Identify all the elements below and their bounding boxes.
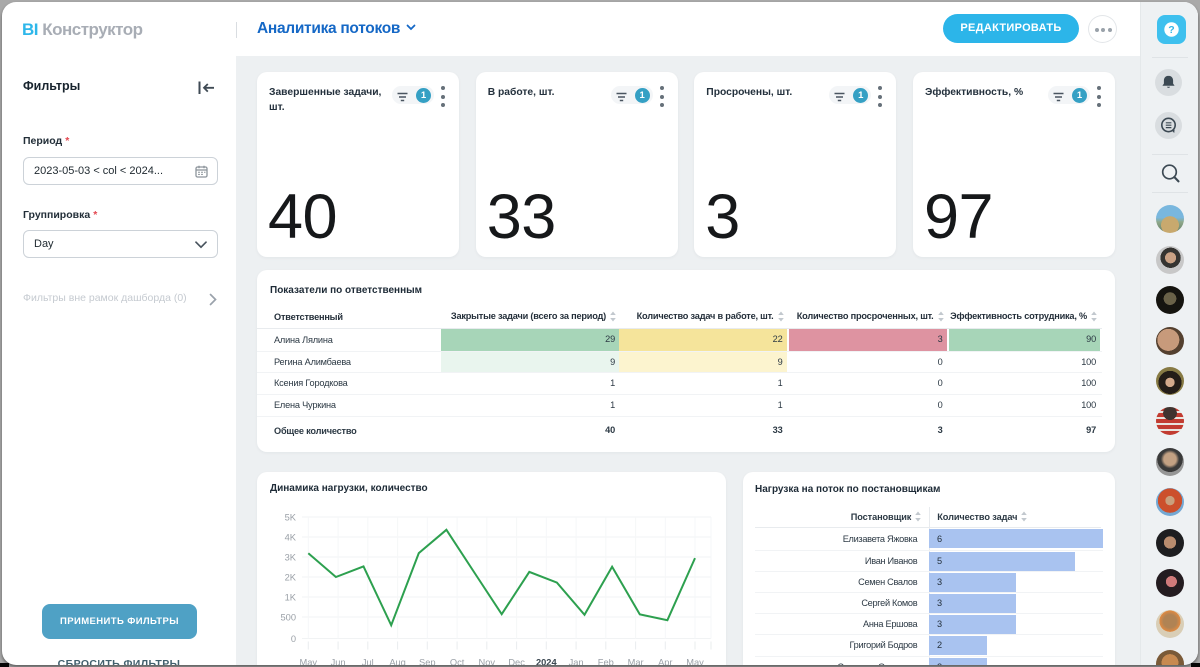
svg-text:Jan: Jan [569, 658, 584, 666]
svg-text:2K: 2K [285, 573, 297, 583]
svg-text:Dec: Dec [508, 658, 525, 666]
svg-text:Feb: Feb [598, 658, 614, 666]
svg-text:Mar: Mar [628, 658, 644, 666]
svg-text:0: 0 [291, 634, 296, 644]
svg-text:Jul: Jul [362, 658, 374, 666]
svg-text:May: May [686, 658, 704, 666]
svg-text:Aug: Aug [389, 658, 406, 666]
svg-text:1K: 1K [285, 593, 297, 603]
svg-text:500: 500 [280, 613, 296, 623]
svg-text:Oct: Oct [450, 658, 465, 666]
svg-text:Nov: Nov [479, 658, 496, 666]
svg-text:4K: 4K [285, 533, 297, 543]
svg-text:Jun: Jun [331, 658, 346, 666]
svg-text:5K: 5K [285, 513, 297, 523]
svg-text:2024: 2024 [536, 658, 558, 666]
svg-text:May: May [300, 658, 318, 666]
svg-text:3K: 3K [285, 553, 297, 563]
svg-text:Apr: Apr [658, 658, 672, 666]
svg-text:Sep: Sep [419, 658, 436, 666]
svg-text:?: ? [1168, 24, 1174, 36]
